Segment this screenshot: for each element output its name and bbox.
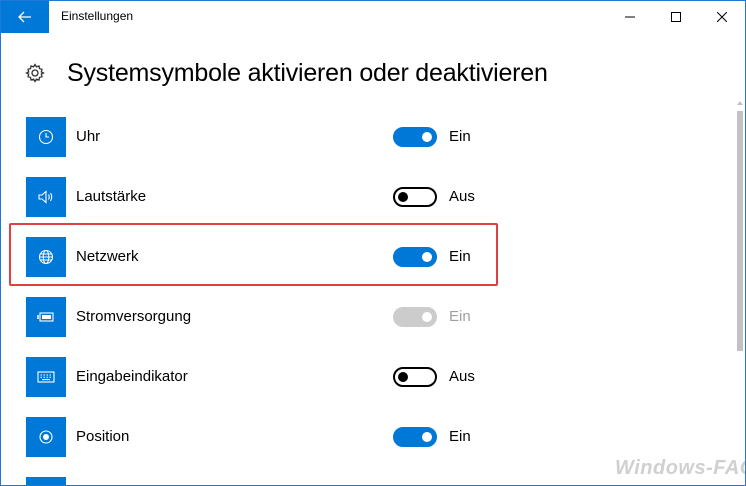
maximize-button[interactable] <box>653 1 699 33</box>
keyboard-icon <box>37 371 55 383</box>
toggle-knob <box>422 312 432 322</box>
item-label: Position <box>76 428 130 445</box>
page-title: Systemsymbole aktivieren oder deaktivier… <box>67 59 548 87</box>
battery-icon <box>37 312 54 322</box>
tile-stromversorgung <box>26 297 66 337</box>
item-label: Stromversorgung <box>76 308 192 325</box>
toggle-eingabeindikator[interactable] <box>393 367 437 387</box>
minimize-icon <box>625 16 635 18</box>
tile-position <box>26 417 66 457</box>
toggle-state-text: Ein <box>449 428 471 445</box>
settings-window: Einstellungen Systemsymbole aktivieren o… <box>0 0 746 486</box>
tile-next-item <box>26 477 66 485</box>
list-item-eingabeindikator: Eingabeindikator Aus <box>1 347 731 407</box>
close-button[interactable] <box>699 1 745 33</box>
location-icon <box>39 430 53 444</box>
toggle-knob <box>422 132 432 142</box>
list-item-stromversorgung: Stromversorgung Ein <box>1 287 731 347</box>
close-icon <box>717 12 727 22</box>
minimize-button[interactable] <box>607 1 653 33</box>
item-label: Netzwerk <box>76 248 139 265</box>
toggle-lautstaerke[interactable] <box>393 187 437 207</box>
gear-icon <box>25 63 45 83</box>
list-item-lautstaerke: Lautstärke Aus <box>1 167 731 227</box>
network-globe-icon <box>38 249 54 265</box>
scrollbar-thumb[interactable] <box>737 111 743 351</box>
toggle-state-text: Ein <box>449 248 471 265</box>
list-item-uhr: Uhr Ein <box>1 107 731 167</box>
toggle-knob <box>422 252 432 262</box>
toggle-knob <box>398 192 408 202</box>
toggle-knob <box>398 372 408 382</box>
tile-netzwerk <box>26 237 66 277</box>
back-button[interactable] <box>1 1 49 33</box>
back-arrow-icon <box>18 11 31 23</box>
toggle-position[interactable] <box>393 427 437 447</box>
scroll-up-arrow-icon[interactable] <box>737 100 743 106</box>
tile-uhr <box>26 117 66 157</box>
toggle-knob <box>422 432 432 442</box>
toggle-stromversorgung <box>393 307 437 327</box>
page-header: Systemsymbole aktivieren oder deaktivier… <box>1 49 731 97</box>
tile-lautstaerke <box>26 177 66 217</box>
title-bar: Einstellungen <box>1 1 745 33</box>
item-label: Uhr <box>76 128 101 145</box>
item-label: Eingabeindikator <box>76 368 188 385</box>
tile-eingabeindikator <box>26 357 66 397</box>
toggle-state-text: Ein <box>449 308 471 325</box>
clock-icon <box>38 129 54 145</box>
list-item-netzwerk: Netzwerk Ein <box>1 227 731 287</box>
toggle-state-text: Ein <box>449 128 471 145</box>
watermark: Windows-FAQ <box>615 457 746 479</box>
volume-icon <box>38 190 53 204</box>
toggle-state-text: Aus <box>449 188 475 205</box>
toggle-state-text: Aus <box>449 368 475 385</box>
toggle-uhr[interactable] <box>393 127 437 147</box>
maximize-icon <box>671 12 681 22</box>
toggle-netzwerk[interactable] <box>393 247 437 267</box>
item-label: Lautstärke <box>76 188 147 205</box>
window-title: Einstellungen <box>61 9 134 23</box>
